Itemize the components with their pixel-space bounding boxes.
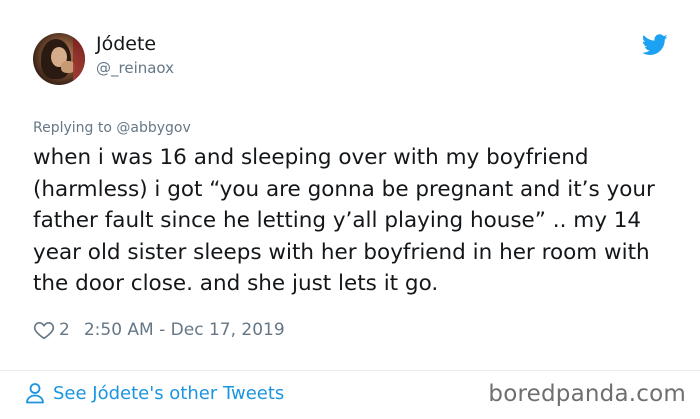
like-count[interactable]: 2 [59, 320, 70, 340]
see-other-tweets-link[interactable]: See Jódete's other Tweets [25, 382, 284, 404]
see-other-tweets-label: See Jódete's other Tweets [53, 382, 285, 404]
tweet-card: Jódete @_reinaox Replying to @abbygov wh… [0, 0, 700, 419]
divider [0, 370, 700, 371]
person-icon [26, 383, 44, 404]
twitter-bird-icon[interactable] [642, 34, 668, 56]
avatar-background [73, 33, 85, 85]
heart-icon[interactable] [33, 319, 55, 341]
reply-mention-link[interactable]: @abbygov [116, 120, 190, 136]
tweet-timestamp[interactable]: 2:50 AM - Dec 17, 2019 [84, 320, 285, 340]
display-name[interactable]: Jódete [96, 33, 156, 55]
avatar[interactable] [33, 33, 85, 85]
replying-prefix: Replying to [33, 120, 117, 136]
watermark: boredpanda.com [488, 381, 686, 407]
replying-to: Replying to @abbygov [33, 120, 191, 136]
user-handle[interactable]: @_reinaox [96, 59, 174, 77]
tweet-text: when i was 16 and sleeping over with my … [33, 145, 655, 296]
tweet-meta: 2 2:50 AM - Dec 17, 2019 [33, 318, 285, 342]
